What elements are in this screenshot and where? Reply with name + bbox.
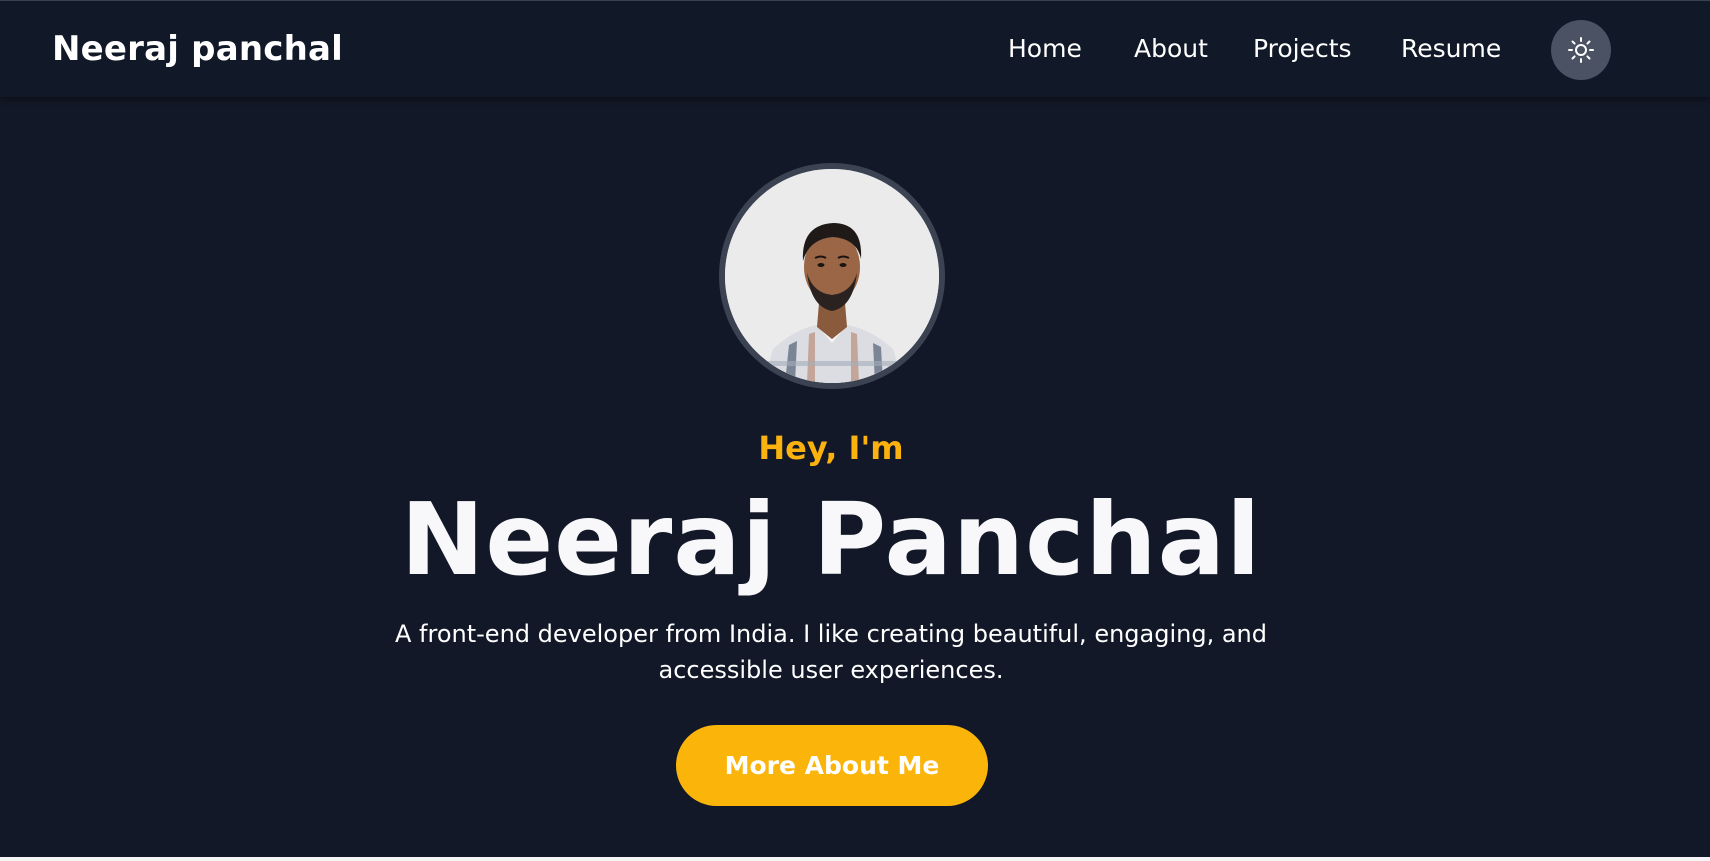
profile-photo-frame [719, 163, 945, 389]
hero-description: A front-end developer from India. I like… [395, 620, 1267, 684]
nav-about-link[interactable]: About [1134, 31, 1208, 67]
profile-photo-illustration [725, 169, 939, 383]
navbar: Neeraj panchal Home About Projects Resum… [0, 0, 1710, 97]
profile-photo [725, 169, 939, 383]
more-about-me-button[interactable]: More About Me [676, 725, 988, 806]
page: Neeraj panchal Home About Projects Resum… [0, 0, 1710, 861]
brand-logo[interactable]: Neeraj panchal [52, 27, 343, 71]
nav-home-link[interactable]: Home [1008, 31, 1082, 67]
nav-projects-link[interactable]: Projects [1253, 31, 1352, 67]
theme-toggle-button[interactable] [1551, 20, 1611, 80]
page-bottom-edge [0, 857, 1710, 861]
sun-icon [1568, 37, 1594, 63]
hero-name: Neeraj Panchal [400, 481, 1262, 598]
hero-greeting: Hey, I'm [758, 429, 904, 467]
nav-resume-link[interactable]: Resume [1401, 31, 1501, 67]
